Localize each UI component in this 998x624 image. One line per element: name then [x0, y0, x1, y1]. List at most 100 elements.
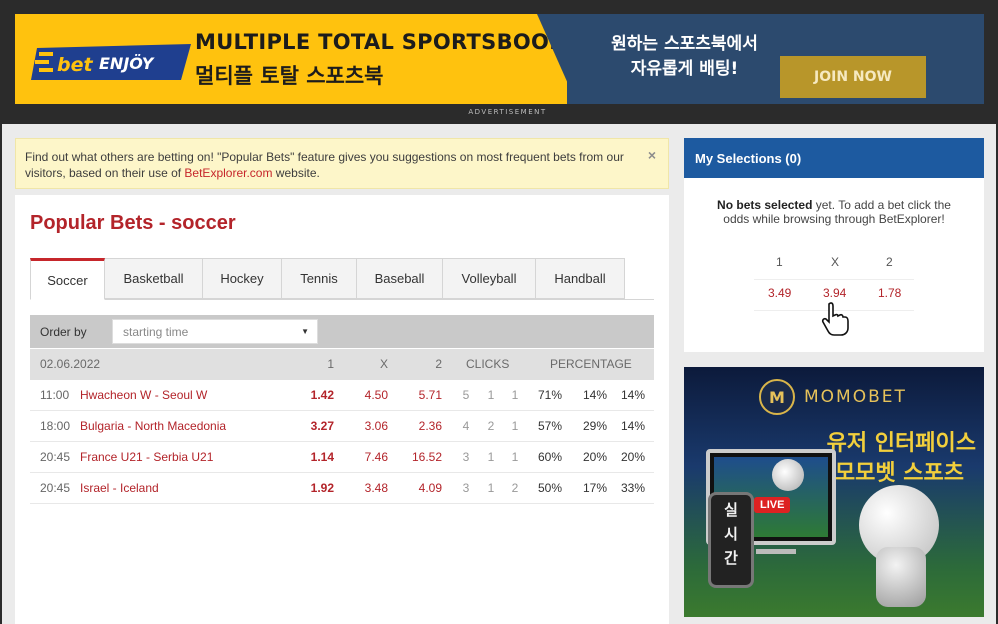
percentage-1: 71% — [537, 388, 562, 402]
ad-yellow-panel: bet ENJÖY MULTIPLE TOTAL SPORTSBOOK 멀티플 … — [15, 14, 567, 104]
monitor-stand — [756, 549, 796, 554]
join-now-button[interactable]: JOIN NOW — [780, 56, 926, 98]
live-badge: LIVE — [754, 497, 791, 513]
clicks-1: 3 — [462, 481, 470, 495]
odds-1[interactable]: 1.92 — [294, 473, 334, 504]
table-row: 20:45 France U21 - Serbia U21 1.14 7.46 … — [30, 442, 654, 473]
tab-baseball[interactable]: Baseball — [357, 258, 443, 299]
close-icon[interactable]: × — [648, 147, 656, 163]
col-header-2: 2 — [435, 357, 442, 371]
ad-title-korean: 멀티플 토탈 스포츠북 — [195, 64, 384, 88]
percentage-x: 29% — [582, 419, 607, 433]
odds-x[interactable]: 4.50 — [348, 380, 388, 411]
momobet-advertisement[interactable]: M MOMOBET 유저 인터페이스 모모벳 스포츠 LIVE 실 시 간 — [684, 367, 984, 617]
momobet-logo-icon: M — [759, 379, 795, 415]
clicks-x: 1 — [487, 481, 495, 495]
clicks-2: 2 — [511, 481, 519, 495]
no-bets-message: No bets selected yet. To add a bet click… — [704, 198, 964, 226]
percentage-1: 57% — [537, 419, 562, 433]
example-odds-1: 3.49 — [768, 286, 792, 300]
percentage-2: 20% — [620, 450, 645, 464]
odds-1[interactable]: 3.27 — [294, 411, 334, 442]
col-header-x: X — [379, 357, 388, 371]
percentage-x: 17% — [582, 481, 607, 495]
advertisement-caption: ADVERTISEMENT — [468, 108, 547, 116]
momobet-brand: MOMOBET — [804, 387, 907, 407]
percentage-x: 20% — [582, 450, 607, 464]
clicks-1: 3 — [462, 450, 470, 464]
odds-x[interactable]: 3.48 — [348, 473, 388, 504]
tab-soccer[interactable]: Soccer — [30, 258, 105, 300]
example-header-1: 1 — [776, 255, 783, 269]
ad-tagline-line1: 원하는 스포츠북에서 — [611, 34, 758, 54]
odds-2[interactable]: 5.71 — [402, 380, 442, 411]
betexplorer-link[interactable]: BetExplorer.com — [184, 166, 272, 180]
caret-down-icon: ▼ — [301, 327, 309, 336]
table-row: 18:00 Bulgaria - North Macedonia 3.27 3.… — [30, 411, 654, 442]
robot-body-illustration — [876, 547, 926, 607]
tab-tennis[interactable]: Tennis — [282, 258, 357, 299]
info-text-after: website. — [272, 166, 320, 180]
col-header-1: 1 — [327, 357, 334, 371]
match-link[interactable]: Hwacheon W - Seoul W — [80, 380, 207, 411]
percentage-2: 14% — [620, 388, 645, 402]
clicks-x: 1 — [487, 388, 495, 402]
match-time: 11:00 — [40, 388, 70, 402]
table-row: 20:45 Israel - Iceland 1.92 3.48 4.09 3 … — [30, 473, 654, 504]
clicks-2: 1 — [511, 450, 519, 464]
divider — [754, 279, 914, 280]
betenjoy-logo: bet ENJÖY — [31, 44, 191, 80]
odds-2[interactable]: 4.09 — [402, 473, 442, 504]
example-header-2: 2 — [886, 255, 893, 269]
clicks-x: 1 — [487, 450, 495, 464]
popular-bets-info-box: Find out what others are betting on! "Po… — [15, 138, 669, 189]
tab-handball[interactable]: Handball — [536, 258, 625, 299]
odds-2[interactable]: 16.52 — [402, 442, 442, 473]
odds-1[interactable]: 1.42 — [294, 380, 334, 411]
example-odds-x: 3.94 — [823, 286, 847, 300]
odds-x[interactable]: 3.06 — [348, 411, 388, 442]
phone-text-3: 간 — [724, 549, 738, 567]
odds-x[interactable]: 7.46 — [348, 442, 388, 473]
soccer-ball-icon — [772, 459, 804, 491]
clicks-2: 1 — [511, 419, 519, 433]
order-by-label: Order by — [40, 324, 87, 339]
order-by-select[interactable]: starting time ▼ — [112, 319, 318, 344]
match-time: 20:45 — [40, 481, 71, 495]
table-row: 11:00 Hwacheon W - Seoul W 1.42 4.50 5.7… — [30, 380, 654, 411]
sport-tabs: Soccer Basketball Hockey Tennis Baseball… — [30, 258, 654, 300]
logo-enjoy-text: ENJÖY — [99, 54, 155, 73]
date-header: 02.06.2022 — [40, 357, 101, 371]
match-link[interactable]: Bulgaria - North Macedonia — [80, 411, 226, 442]
odds-1[interactable]: 1.14 — [294, 442, 334, 473]
logo-bet-text: bet — [57, 54, 93, 76]
popular-bets-panel: Popular Bets - soccer Soccer Basketball … — [15, 195, 669, 624]
table-header: 02.06.2022 1 X 2 CLICKS PERCENTAGE — [30, 349, 654, 380]
tab-hockey[interactable]: Hockey — [203, 258, 282, 299]
clicks-x: 2 — [487, 419, 495, 433]
col-header-clicks: CLICKS — [466, 357, 510, 371]
match-link[interactable]: France U21 - Serbia U21 — [80, 442, 213, 473]
example-odds-2: 1.78 — [878, 286, 902, 300]
odds-2[interactable]: 2.36 — [402, 411, 442, 442]
phone-text-2: 시 — [724, 525, 738, 543]
example-header-x: X — [831, 255, 840, 269]
clicks-1: 4 — [462, 419, 470, 433]
info-text-before: Find out what others are betting on! "Po… — [25, 150, 624, 180]
order-by-selected-value: starting time — [123, 324, 189, 339]
hand-pointer-icon — [821, 302, 849, 336]
tab-basketball[interactable]: Basketball — [105, 258, 203, 299]
match-link[interactable]: Israel - Iceland — [80, 473, 159, 504]
phone-illustration: 실 시 간 — [708, 492, 754, 588]
page-title: Popular Bets - soccer — [30, 212, 236, 234]
percentage-1: 50% — [537, 481, 562, 495]
clicks-1: 5 — [462, 388, 470, 402]
ad-korean-tagline: 원하는 스포츠북에서 자유롭게 배팅! — [567, 32, 802, 82]
ad-tagline-line2: 자유롭게 배팅! — [630, 59, 739, 79]
tab-volleyball[interactable]: Volleyball — [443, 258, 536, 299]
percentage-x: 14% — [582, 388, 607, 402]
top-advertisement-banner[interactable]: bet ENJÖY MULTIPLE TOTAL SPORTSBOOK 멀티플 … — [15, 14, 984, 104]
my-selections-panel: My Selections (0) No bets selected yet. … — [684, 138, 984, 352]
clicks-2: 1 — [511, 388, 519, 402]
my-selections-title: My Selections (0) — [684, 138, 984, 178]
